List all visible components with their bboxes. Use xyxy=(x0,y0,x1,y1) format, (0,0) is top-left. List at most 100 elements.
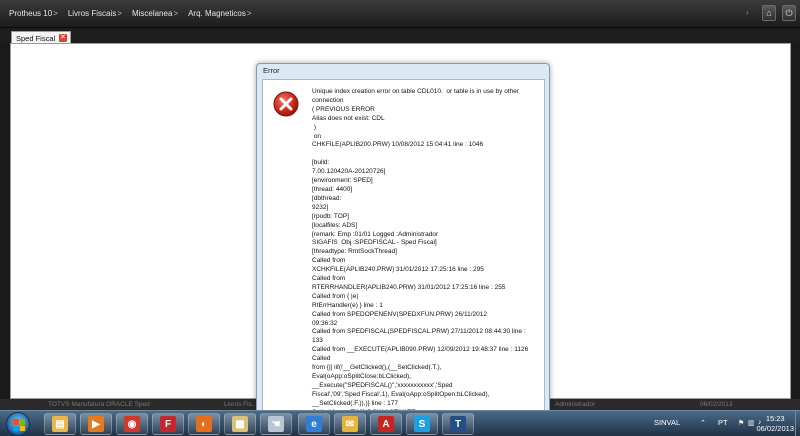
error-line: 9232] xyxy=(312,203,329,211)
error-line: [remark: Emp :01/01 Logged :Administrado… xyxy=(312,230,439,238)
status-environment: TOTVS Manufatura ORACLE Sped xyxy=(48,401,150,408)
menu-bar: Protheus 10 > Livros Fiscais > Miscelanea … xyxy=(0,0,800,28)
tab-label: Sped Fiscal xyxy=(16,33,56,43)
error-line: __SetClicked(.F.)),)} line : 177 xyxy=(312,399,398,407)
notification-arrow-icon[interactable]: ⌃ xyxy=(700,419,708,427)
taskbar-chrome[interactable]: ◉ xyxy=(116,413,148,435)
error-line: [thread: 4400] xyxy=(312,185,353,193)
close-icon[interactable]: ✕ xyxy=(59,34,67,42)
status-module: Livros Fis... xyxy=(224,401,258,408)
error-line: [rpodb: TOP] xyxy=(312,212,349,220)
menu-item-0[interactable]: Protheus 10 > xyxy=(4,0,63,27)
error-message: Unique index creation error on table CDL… xyxy=(312,88,542,413)
error-line: ) xyxy=(312,123,316,131)
status-user: Administrador xyxy=(555,401,596,408)
taskbar: ▤ ▶ ◉ F ◐ ▦ ☚ e ✉ A S T SINVAL ⌃ PT ⚑ ▥ ♪ 15:23 06/… xyxy=(0,410,800,436)
dialog-title[interactable]: Error xyxy=(257,64,549,78)
folder-icon: ▦ xyxy=(232,416,248,432)
totvs-icon: T xyxy=(450,416,466,432)
menu-item-3[interactable]: Arq. Magneticos > xyxy=(183,0,256,27)
taskbar-internet-explorer[interactable]: e xyxy=(298,413,330,435)
menu-item-2[interactable]: Miscelanea > xyxy=(127,0,183,27)
error-line: XCHKFILE(APLIB240.PRW) 31/01/2012 17:25:… xyxy=(312,266,484,274)
error-line: Called from SPEDFISCAL(SPEDFISCAL.PRW) 2… xyxy=(312,328,526,336)
error-line: on xyxy=(312,132,322,140)
error-line: Alias does not exist: CDL xyxy=(312,114,385,122)
status-date: 06/02/2013 xyxy=(700,401,733,408)
menu-item-label: Protheus 10 xyxy=(9,9,53,18)
taskbar-explorer[interactable]: ▤ xyxy=(44,413,76,435)
acrobat-icon: A xyxy=(378,416,394,432)
error-line: Eval(oApp:oSplitClose:bLClicked), __Exec… xyxy=(312,373,453,389)
taskbar-outlook[interactable]: ✉ xyxy=(334,413,366,435)
chevron-right-icon: > xyxy=(173,9,179,18)
menu-item-label: Arq. Magneticos xyxy=(188,9,246,18)
error-line: Called from xyxy=(312,257,346,265)
error-line: ( PREVIOUS ERROR xyxy=(312,105,375,113)
dialog-body: Unique index creation error on table CDL… xyxy=(262,79,545,414)
exit-icon[interactable]: ⏻ xyxy=(782,5,796,21)
show-desktop-button[interactable] xyxy=(795,411,800,436)
flag-icon[interactable]: ⚑ xyxy=(738,419,746,427)
internet-explorer-icon: e xyxy=(306,416,322,432)
firefox-icon: ◐ xyxy=(196,416,212,432)
error-line: Called from __EXECUTE(APLIB090.PRW) 12/0… xyxy=(312,346,529,354)
error-line: 133 xyxy=(312,337,323,345)
error-line: RtErrHandler(e) } line : 1 xyxy=(312,301,383,309)
scroll-right-icon[interactable]: › xyxy=(746,8,756,20)
error-line: Called from SPEDOPENENV(SPEDXFUN.PRW) 26… xyxy=(312,310,487,318)
system-tray: SINVAL ⌃ PT ⚑ ▥ ♪ 15:23 06/02/2013 xyxy=(640,411,800,436)
clock[interactable]: 15:23 06/02/2013 xyxy=(756,414,794,434)
error-line: Unique index creation error on table CDL… xyxy=(312,88,520,95)
error-line xyxy=(312,150,542,159)
error-line: [build: xyxy=(312,159,330,167)
menu-item-label: Miscelanea xyxy=(131,9,173,18)
taskbar-filezilla[interactable]: F xyxy=(152,413,184,435)
chevron-right-icon: > xyxy=(117,9,122,18)
chrome-icon: ◉ xyxy=(124,416,140,432)
error-line: Called xyxy=(312,355,331,363)
taskbar-media-player[interactable]: ▶ xyxy=(80,413,112,435)
taskbar-hand[interactable]: ☚ xyxy=(260,413,292,435)
language-indicator[interactable]: PT xyxy=(718,418,728,427)
chevron-right-icon: > xyxy=(246,9,252,18)
error-line: CHKFILE(APLIB200.PRW) 10/08/2012 15:04:4… xyxy=(312,141,484,149)
taskbar-skype[interactable]: S xyxy=(406,413,438,435)
error-icon xyxy=(273,91,299,117)
error-line: from {|| iif(!__GetClicked(),(__SetClick… xyxy=(312,364,442,372)
error-line: [localfiles: ADS] xyxy=(312,221,358,229)
outlook-icon: ✉ xyxy=(342,416,358,432)
clock-time: 15:23 xyxy=(765,414,785,423)
error-line: RTERRHANDLER(APLIB240.PRW) 31/01/2012 17… xyxy=(312,283,506,291)
error-line: Called from xyxy=(312,275,346,283)
windows-logo-icon xyxy=(13,419,25,431)
filezilla-icon: F xyxy=(160,416,176,432)
error-line: Fiscal','09','Sped Fiscal',1), Eval(oApp… xyxy=(312,390,490,398)
error-line: Called from { |e| xyxy=(312,292,359,300)
error-line: connection xyxy=(312,96,344,104)
taskbar-folder[interactable]: ▦ xyxy=(224,413,256,435)
error-line: [environment: SPED] xyxy=(312,177,373,185)
taskbar-firefox[interactable]: ◐ xyxy=(188,413,220,435)
error-dialog: Error Unique index creation error on tab… xyxy=(256,63,550,414)
taskbar-acrobat[interactable]: A xyxy=(370,413,402,435)
home-icon[interactable]: ⌂ xyxy=(762,5,776,21)
clock-date: 06/02/2013 xyxy=(756,424,794,433)
chevron-right-icon: > xyxy=(53,9,58,18)
menu-item-1[interactable]: Livros Fiscais > xyxy=(63,0,127,27)
network-icon[interactable]: ▥ xyxy=(748,419,756,427)
tab-strip: Sped Fiscal ✕ xyxy=(0,29,800,44)
breadcrumb: Protheus 10 > Livros Fiscais > Miscelanea … xyxy=(0,0,257,27)
explorer-icon: ▤ xyxy=(52,416,68,432)
error-line: [dbthread: xyxy=(312,194,342,202)
start-button[interactable] xyxy=(6,412,30,436)
network-label[interactable]: SINVAL xyxy=(654,418,680,427)
menu-item-label: Livros Fiscais xyxy=(67,9,117,18)
error-line: 7.00.120420A-20120726] xyxy=(312,168,386,176)
hand-icon: ☚ xyxy=(268,416,284,432)
error-line: SIGAFIS Obj :SPEDFISCAL - Sped Fiscal] xyxy=(312,239,437,247)
error-line: 09:36:32 xyxy=(312,319,338,327)
taskbar-totvs[interactable]: T xyxy=(442,413,474,435)
error-line: [threadtype: RmtSockThread] xyxy=(312,248,397,256)
media-player-icon: ▶ xyxy=(88,416,104,432)
